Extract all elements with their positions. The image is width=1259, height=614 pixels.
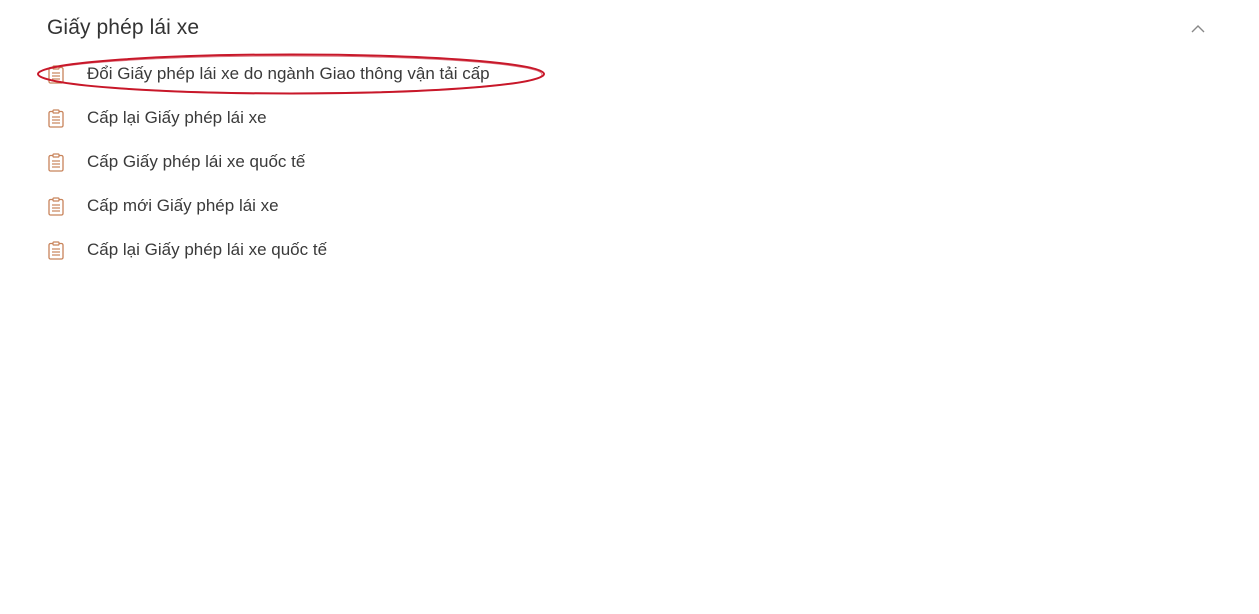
procedure-list: Đổi Giấy phép lái xe do ngành Giao thông… [47, 52, 490, 272]
document-list-icon [47, 196, 65, 216]
item-label: Cấp Giấy phép lái xe quốc tế [87, 152, 306, 171]
list-item[interactable]: Cấp Giấy phép lái xe quốc tế [47, 140, 490, 184]
page: Giấy phép lái xe Đổi Giấy phép lái xe do… [0, 0, 1259, 614]
chevron-up-icon[interactable] [1187, 17, 1209, 39]
section-header-driving-license[interactable]: Giấy phép lái xe [47, 10, 1217, 46]
item-label: Đổi Giấy phép lái xe do ngành Giao thông… [87, 64, 490, 83]
item-label: Cấp lại Giấy phép lái xe [87, 108, 267, 127]
item-label: Cấp mới Giấy phép lái xe [87, 196, 279, 215]
section-title: Giấy phép lái xe [47, 16, 200, 39]
list-item[interactable]: Cấp mới Giấy phép lái xe [47, 184, 490, 228]
document-list-icon [47, 152, 65, 172]
list-item[interactable]: Đổi Giấy phép lái xe do ngành Giao thông… [47, 52, 490, 96]
list-item[interactable]: Cấp lại Giấy phép lái xe quốc tế [47, 228, 490, 272]
document-list-icon [47, 108, 65, 128]
document-list-icon [47, 64, 65, 84]
list-item[interactable]: Cấp lại Giấy phép lái xe [47, 96, 490, 140]
item-label: Cấp lại Giấy phép lái xe quốc tế [87, 240, 328, 259]
document-list-icon [47, 240, 65, 260]
